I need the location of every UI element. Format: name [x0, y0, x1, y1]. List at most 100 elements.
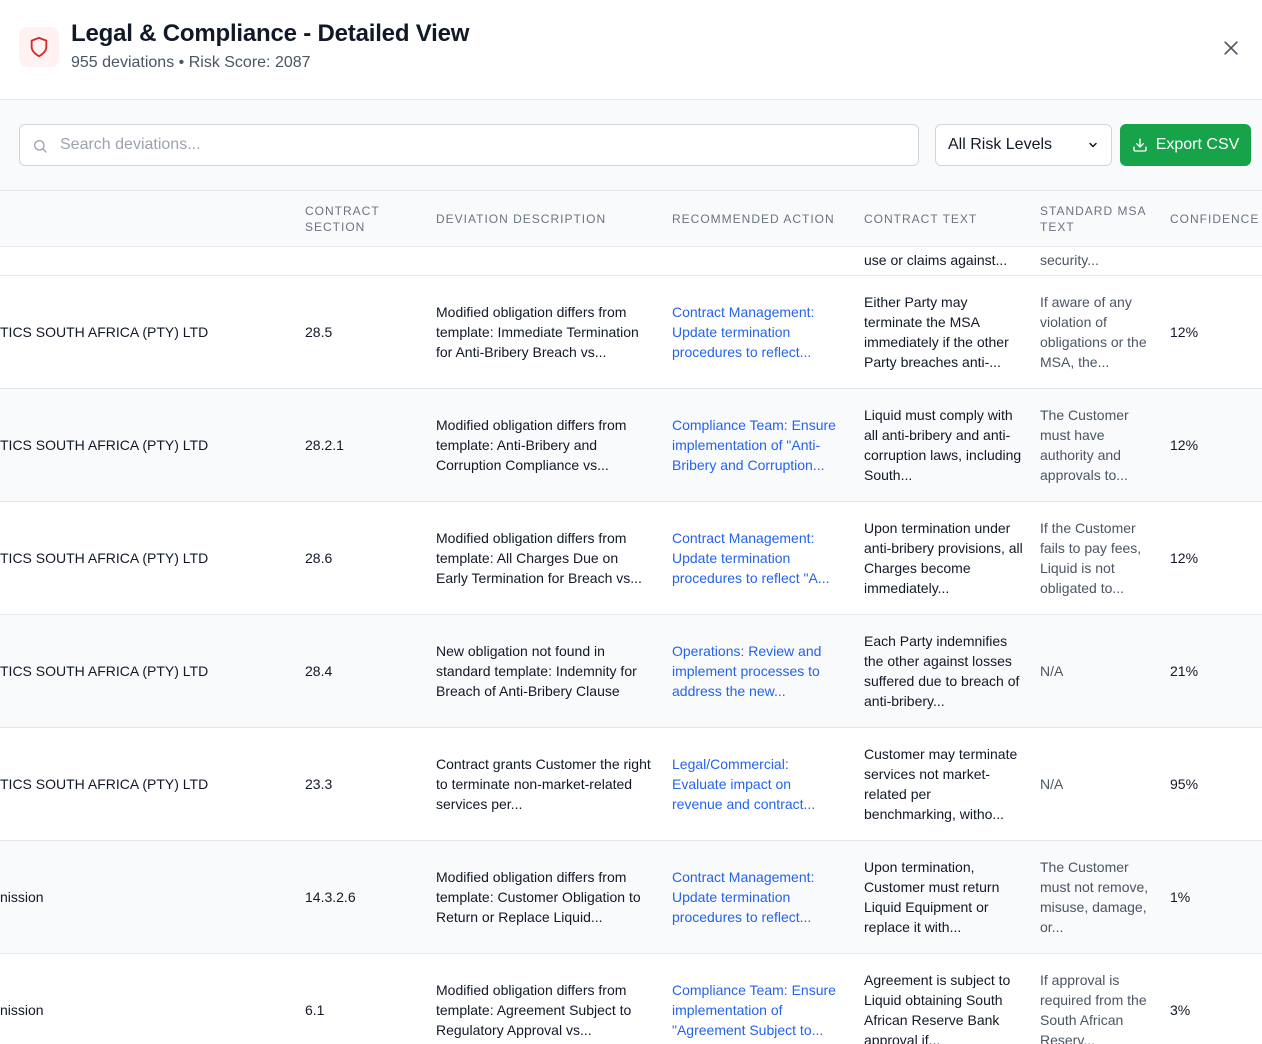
page-title: Legal & Compliance - Detailed View — [71, 20, 470, 47]
column-header-deviation-description[interactable]: DEVIATION DESCRIPTION — [436, 191, 656, 247]
cell-standard-msa-text: If the Customer fails to pay fees, Liqui… — [1040, 520, 1142, 596]
cell-confidence: 95% — [1170, 776, 1199, 792]
cell-contract-section: 28.2.1 — [305, 437, 344, 453]
cell-deviation-description: Contract grants Customer the right to te… — [436, 756, 651, 812]
cell-deviation-description: Modified obligation differs from templat… — [436, 417, 627, 473]
table-header: CONTRACT SECTION DEVIATION DESCRIPTION R… — [0, 191, 1262, 247]
cell-recommended-action-wrap[interactable]: Contract Management: Update termination … — [672, 502, 844, 614]
cell-recommended-action-wrap[interactable]: Compliance Team: Ensure implementation o… — [672, 389, 844, 501]
cell-party: TICS SOUTH AFRICA (PTY) LTD — [0, 776, 209, 792]
cell-recommended-action[interactable]: Compliance Team: Ensure implementation o… — [672, 415, 844, 475]
cell-deviation-description-wrap: Modified obligation differs from templat… — [436, 841, 652, 953]
table-row[interactable]: nission 14.3.2.6 Modified obligation diffe… — [0, 841, 1262, 954]
cell-recommended-action-wrap[interactable]: Contract Management: Update termination … — [672, 276, 844, 388]
page-subtitle: 955 deviations • Risk Score: 2087 — [71, 54, 311, 72]
cell-deviation-description-wrap: New obligation not found in standard tem… — [436, 615, 652, 727]
cell-contract-section: 28.6 — [305, 550, 333, 566]
cell-contract-text: use or claims against... — [864, 252, 1008, 268]
cell-standard-msa-text: If approval is required from the South A… — [1040, 972, 1147, 1044]
cell-contract-text-wrap: Either Party may terminate the MSA immed… — [864, 276, 1024, 388]
cell-standard-msa-text-wrap: If the Customer fails to pay fees, Liqui… — [1040, 502, 1156, 614]
shield-icon-badge — [19, 27, 59, 67]
cell-confidence: 12% — [1170, 550, 1199, 566]
cell-recommended-action[interactable]: Legal/Commercial: Evaluate impact on rev… — [672, 754, 844, 814]
cell-recommended-action[interactable]: Compliance Team: Ensure implementation o… — [672, 980, 844, 1040]
cell-contract-text-wrap: Upon termination, Customer must return L… — [864, 841, 1024, 953]
table-row[interactable]: TICS SOUTH AFRICA (PTY) LTD 28.5 Modified … — [0, 276, 1262, 389]
cell-recommended-action[interactable]: Operations: Review and implement process… — [672, 641, 844, 701]
cell-deviation-description-wrap: Modified obligation differs from templat… — [436, 389, 652, 501]
table-row[interactable]: TICS SOUTH AFRICA (PTY) LTD 28.6 Modified … — [0, 502, 1262, 615]
table-row[interactable]: nission 6.1 Modified obligation differs fr… — [0, 954, 1262, 1044]
cell-deviation-description: Modified obligation differs from templat… — [436, 982, 632, 1038]
table-row[interactable]: TICS SOUTH AFRICA (PTY) LTD 28.4 New oblig… — [0, 615, 1262, 728]
cell-contract-text-wrap: Agreement is subject to Liquid obtaining… — [864, 954, 1024, 1044]
cell-deviation-description-wrap: Contract grants Customer the right to te… — [436, 728, 652, 840]
cell-contract-text-wrap: Each Party indemnifies the other against… — [864, 615, 1024, 727]
cell-standard-msa-text: The Customer must not remove, misuse, da… — [1040, 859, 1149, 935]
cell-recommended-action-wrap[interactable]: Contract Management: Update termination … — [672, 841, 844, 953]
cell-confidence: 12% — [1170, 437, 1199, 453]
export-csv-label: Export CSV — [1155, 136, 1240, 153]
cell-contract-text-wrap: Upon termination under anti-bribery prov… — [864, 502, 1024, 614]
cell-contract-text: Agreement is subject to Liquid obtaining… — [864, 972, 1011, 1044]
cell-contract-section: 23.3 — [305, 776, 333, 792]
column-header-standard-msa-text[interactable]: STANDARD MSA TEXT — [1040, 191, 1160, 247]
cell-recommended-action[interactable]: Contract Management: Update termination … — [672, 302, 844, 362]
cell-recommended-action-wrap[interactable]: Operations: Review and implement process… — [672, 615, 844, 727]
cell-standard-msa-text-wrap: N/A — [1040, 728, 1156, 840]
cell-contract-text: Either Party may terminate the MSA immed… — [864, 294, 1009, 370]
table-row-partial[interactable]: use or claims against... security... — [0, 247, 1262, 276]
download-icon — [1133, 138, 1147, 152]
cell-deviation-description: Modified obligation differs from templat… — [436, 869, 641, 925]
close-icon — [1224, 41, 1238, 55]
cell-party: TICS SOUTH AFRICA (PTY) LTD — [0, 550, 209, 566]
cell-standard-msa-text-wrap: The Customer must not remove, misuse, da… — [1040, 841, 1156, 953]
cell-standard-msa-text: N/A — [1040, 663, 1064, 679]
cell-contract-text-wrap: Customer may terminate services not mark… — [864, 728, 1024, 840]
cell-deviation-description: New obligation not found in standard tem… — [436, 643, 637, 699]
risk-level-select[interactable]: All Risk Levels — [935, 124, 1112, 166]
cell-standard-msa-text-wrap: If approval is required from the South A… — [1040, 954, 1156, 1044]
column-header-contract-section[interactable]: CONTRACT SECTION — [305, 191, 415, 247]
cell-recommended-action[interactable]: Contract Management: Update termination … — [672, 528, 844, 588]
column-header-confidence[interactable]: CONFIDENCE — [1170, 191, 1262, 247]
risk-score: Risk Score: 2087 — [188, 54, 311, 71]
shield-icon — [30, 36, 48, 58]
cell-confidence: 12% — [1170, 324, 1199, 340]
cell-contract-text-wrap: Liquid must comply with all anti-bribery… — [864, 389, 1024, 501]
close-button[interactable] — [1216, 33, 1246, 63]
cell-deviation-description-wrap: Modified obligation differs from templat… — [436, 954, 652, 1044]
cell-standard-msa-text: The Customer must have authority and app… — [1040, 407, 1129, 483]
risk-level-selected: All Risk Levels — [948, 136, 1053, 153]
cell-deviation-description-wrap: Modified obligation differs from templat… — [436, 502, 652, 614]
deviations-table[interactable]: CONTRACT SECTION DEVIATION DESCRIPTION R… — [0, 191, 1262, 1044]
cell-recommended-action-wrap[interactable]: Legal/Commercial: Evaluate impact on rev… — [672, 728, 844, 840]
cell-standard-msa-text-wrap: The Customer must have authority and app… — [1040, 389, 1156, 501]
table-row[interactable]: TICS SOUTH AFRICA (PTY) LTD 28.2.1 Modifie… — [0, 389, 1262, 502]
cell-deviation-description-wrap: Modified obligation differs from templat… — [436, 276, 652, 388]
cell-recommended-action[interactable]: Contract Management: Update termination … — [672, 867, 844, 927]
search-icon — [34, 140, 47, 153]
cell-contract-text: Liquid must comply with all anti-bribery… — [864, 407, 1022, 483]
cell-contract-text: Upon termination, Customer must return L… — [864, 859, 1000, 935]
cell-contract-text: Each Party indemnifies the other against… — [864, 633, 1020, 709]
table-row[interactable]: TICS SOUTH AFRICA (PTY) LTD 23.3 Contract … — [0, 728, 1262, 841]
cell-recommended-action-wrap[interactable]: Compliance Team: Ensure implementation o… — [672, 954, 844, 1044]
chevron-down-icon — [1089, 142, 1097, 148]
cell-contract-text: Upon termination under anti-bribery prov… — [864, 520, 1023, 596]
modal-header: Legal & Compliance - Detailed View 955 d… — [0, 0, 1262, 100]
column-header-recommended-action[interactable]: RECOMMENDED ACTION — [672, 191, 852, 247]
cell-contract-section: 6.1 — [305, 1002, 325, 1018]
cell-standard-msa-text: If aware of any violation of obligations… — [1040, 294, 1147, 370]
cell-standard-msa-text: N/A — [1040, 776, 1064, 792]
cell-contract-section: 28.4 — [305, 663, 333, 679]
cell-party: nission — [0, 1002, 44, 1018]
export-csv-button[interactable]: Export CSV — [1120, 124, 1251, 166]
cell-party: TICS SOUTH AFRICA (PTY) LTD — [0, 437, 209, 453]
column-header-contract-text[interactable]: CONTRACT TEXT — [864, 191, 1024, 247]
search-input[interactable] — [60, 125, 910, 165]
cell-confidence: 3% — [1170, 1002, 1191, 1018]
cell-standard-msa-text: security... — [1040, 252, 1099, 268]
cell-deviation-description: Modified obligation differs from templat… — [436, 304, 639, 360]
